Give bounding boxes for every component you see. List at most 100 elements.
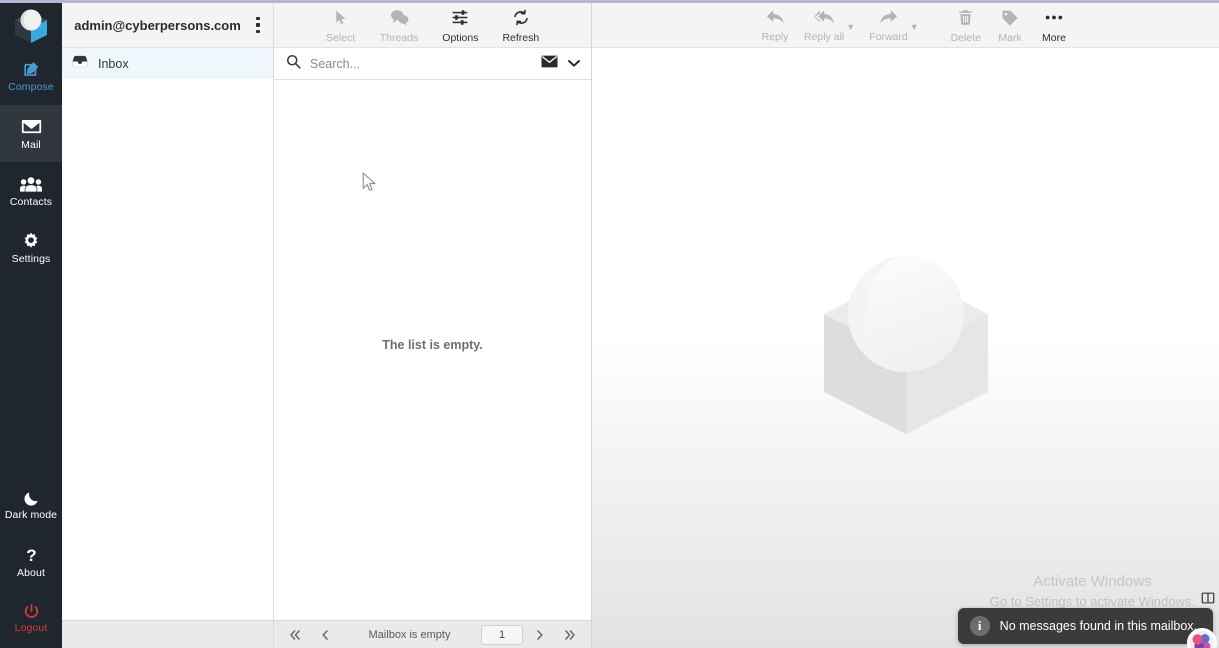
svg-text:?: ? <box>26 546 36 565</box>
options-button[interactable]: Options <box>442 9 478 44</box>
sidebar-item-contacts[interactable]: Contacts <box>0 162 62 219</box>
folder-list-body <box>62 79 273 620</box>
kebab-dot <box>256 23 260 27</box>
button-label: Threads <box>379 31 419 44</box>
info-icon: i <box>969 616 990 636</box>
reply-all-group: Reply all ▼ <box>804 9 855 43</box>
account-name: admin@cyberpersons.com <box>74 17 241 33</box>
sidebar-item-label: Contacts <box>9 195 53 208</box>
prev-page-button[interactable] <box>312 625 338 645</box>
compose-pencil-icon <box>22 60 41 79</box>
select-button[interactable]: Select <box>326 9 356 44</box>
sliders-icon <box>451 9 469 31</box>
reply-all-button[interactable]: Reply all <box>804 9 844 43</box>
toast-message: No messages found in this mailbox. <box>999 619 1197 633</box>
empty-list-message: The list is empty. <box>382 338 483 352</box>
task-sidebar: Compose Mail Contacts Settings Dark mode… <box>0 3 62 648</box>
chevron-left-icon <box>322 629 328 640</box>
kebab-dot <box>256 29 260 34</box>
search-bar[interactable] <box>274 48 591 80</box>
search-chevron-down-icon[interactable] <box>567 55 581 73</box>
content-body: Activate Windows Go to Settings to activ… <box>592 48 1219 648</box>
roundcube-logo-watermark-icon <box>806 248 1006 448</box>
search-icon <box>286 54 301 74</box>
sidebar-item-mail[interactable]: Mail <box>0 105 62 162</box>
message-list-body: The list is empty. <box>274 80 591 620</box>
delete-button[interactable]: Delete <box>951 9 981 44</box>
sidebar-item-dark-mode[interactable]: Dark mode <box>0 477 62 534</box>
sidebar-item-label: Compose <box>8 81 54 94</box>
double-chevron-right-icon <box>565 629 571 640</box>
search-input[interactable] <box>310 56 532 71</box>
forward-caret-down-icon[interactable]: ▼ <box>910 22 919 32</box>
sidebar-item-logout[interactable]: Logout <box>0 591 62 648</box>
reply-arrow-icon <box>766 9 785 30</box>
button-label: Delete <box>950 31 981 44</box>
moon-icon <box>23 490 40 507</box>
sidebar-item-label: Settings <box>11 252 51 265</box>
threads-button[interactable]: Threads <box>379 9 419 44</box>
button-label: More <box>1042 31 1066 44</box>
first-page-button[interactable] <box>282 625 308 645</box>
current-page-number[interactable]: 1 <box>481 624 523 645</box>
button-label: Reply <box>761 31 789 44</box>
ellipsis-icon <box>1044 9 1064 31</box>
task-list: Compose Mail Contacts Settings <box>0 48 62 276</box>
sidebar-item-label: Logout <box>14 622 48 635</box>
reply-all-arrow-icon <box>813 9 835 30</box>
forward-button[interactable]: Forward <box>869 9 908 43</box>
gear-icon <box>21 231 41 251</box>
trash-icon <box>957 9 974 31</box>
chevron-right-icon <box>537 629 543 640</box>
envelope-icon <box>21 116 42 137</box>
pagination-bar: Mailbox is empty 1 <box>274 620 591 648</box>
button-label: Select <box>326 31 356 44</box>
sidebar-item-about[interactable]: ? About <box>0 534 62 591</box>
folder-name: Inbox <box>98 56 129 71</box>
content-toolbar: Reply Reply all ▼ Forward ▼ Delete Mark … <box>592 3 1219 48</box>
roundcube-logo-icon <box>11 6 51 46</box>
inbox-icon <box>72 54 88 73</box>
folder-item-inbox[interactable]: Inbox <box>62 48 273 79</box>
button-label: Forward <box>869 31 908 44</box>
folder-header: admin@cyberpersons.com <box>62 3 273 48</box>
activation-title: Activate Windows <box>1033 573 1152 591</box>
kebab-menu-icon[interactable] <box>249 14 267 36</box>
search-scope-envelope-icon[interactable] <box>541 55 558 73</box>
threads-bubbles-icon <box>390 9 409 31</box>
reply-all-caret-down-icon[interactable]: ▼ <box>846 22 855 32</box>
notification-toast[interactable]: i No messages found in this mailbox. <box>957 608 1213 644</box>
power-icon <box>23 603 40 620</box>
refresh-button[interactable]: Refresh <box>502 9 539 44</box>
sidebar-item-label: Dark mode <box>4 509 58 522</box>
refresh-icon <box>512 9 530 31</box>
forward-arrow-icon <box>879 9 898 30</box>
pager-status: Mailbox is empty <box>368 628 451 641</box>
app-root: Compose Mail Contacts Settings Dark mode… <box>0 0 1219 648</box>
last-page-button[interactable] <box>557 625 583 645</box>
message-content-pane: Reply Reply all ▼ Forward ▼ Delete Mark … <box>592 3 1219 648</box>
double-chevron-left-icon <box>290 629 296 640</box>
folder-column: admin@cyberpersons.com Inbox <box>62 3 274 648</box>
app-logo[interactable] <box>0 3 62 48</box>
next-page-button[interactable] <box>527 625 553 645</box>
button-label: Mark <box>998 31 1022 44</box>
reply-button[interactable]: Reply <box>760 9 790 43</box>
sidebar-item-compose[interactable]: Compose <box>0 48 62 105</box>
contacts-people-icon <box>20 174 42 194</box>
question-mark-icon: ? <box>23 546 40 565</box>
forward-group: Forward ▼ <box>869 9 919 43</box>
folder-footer <box>62 620 273 648</box>
tag-icon <box>1001 9 1019 31</box>
windows-activation-watermark: Activate Windows Go to Settings to activ… <box>990 571 1195 612</box>
message-list-column: Select Threads Options Refresh Search...… <box>274 3 592 648</box>
button-label: Options <box>442 31 479 44</box>
button-label: Refresh <box>502 31 540 44</box>
cursor-arrow-icon <box>332 9 349 31</box>
more-button[interactable]: More <box>1039 9 1069 44</box>
mark-button[interactable]: Mark <box>995 9 1025 44</box>
sidebar-item-settings[interactable]: Settings <box>0 219 62 276</box>
kebab-dot <box>256 16 260 21</box>
button-label: Reply all <box>804 31 845 44</box>
